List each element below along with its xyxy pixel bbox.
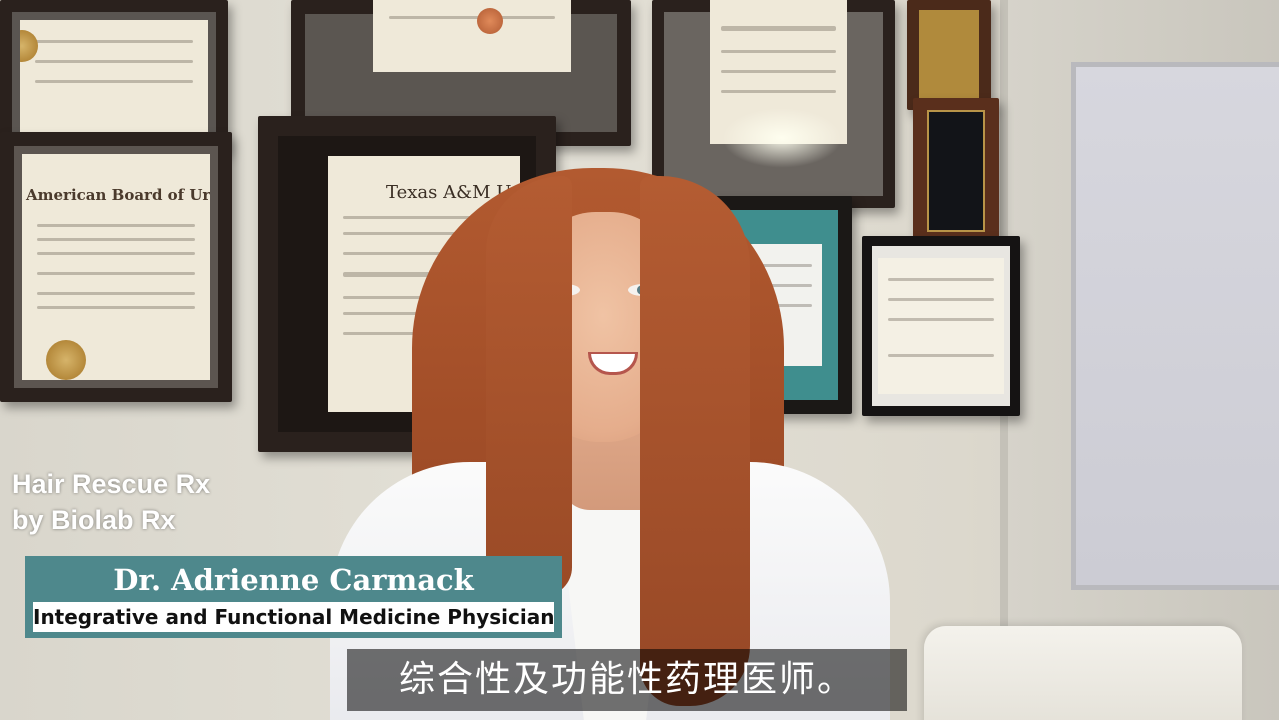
urology-heading: American Board of Urology bbox=[26, 186, 210, 204]
lower-third: Dr. Adrienne Carmack Integrative and Fun… bbox=[25, 556, 562, 638]
presenter-title: Integrative and Functional Medicine Phys… bbox=[33, 605, 555, 629]
whiteboard bbox=[1071, 62, 1279, 590]
diploma-frame-alpha-omega-alpha bbox=[652, 0, 895, 208]
award-plaque-gold bbox=[907, 0, 991, 110]
video-frame: American Board of Urology Texas A&M Univ… bbox=[0, 0, 1279, 720]
award-plaque-black bbox=[913, 98, 999, 244]
certificate-frame-graduate bbox=[862, 236, 1020, 416]
presenter-title-box: Integrative and Functional Medicine Phys… bbox=[33, 602, 554, 632]
diploma-frame-urology: American Board of Urology bbox=[0, 132, 232, 402]
presenter-name: Dr. Adrienne Carmack bbox=[113, 563, 474, 597]
white-chair bbox=[924, 626, 1242, 720]
subtitle-caption: 综合性及功能性药理医师。 bbox=[398, 659, 855, 700]
gold-seal-icon bbox=[46, 340, 86, 380]
hair-strand-right bbox=[640, 176, 750, 706]
smile bbox=[588, 352, 638, 375]
diploma-frame-top-left bbox=[0, 0, 228, 152]
light-glare bbox=[722, 108, 842, 168]
brand-line-2: by Biolab Rx bbox=[12, 505, 176, 535]
hair-strand-left bbox=[486, 176, 572, 596]
brand-caption: Hair Rescue Rx by Biolab Rx bbox=[12, 466, 210, 538]
brand-line-1: Hair Rescue Rx bbox=[12, 469, 211, 499]
